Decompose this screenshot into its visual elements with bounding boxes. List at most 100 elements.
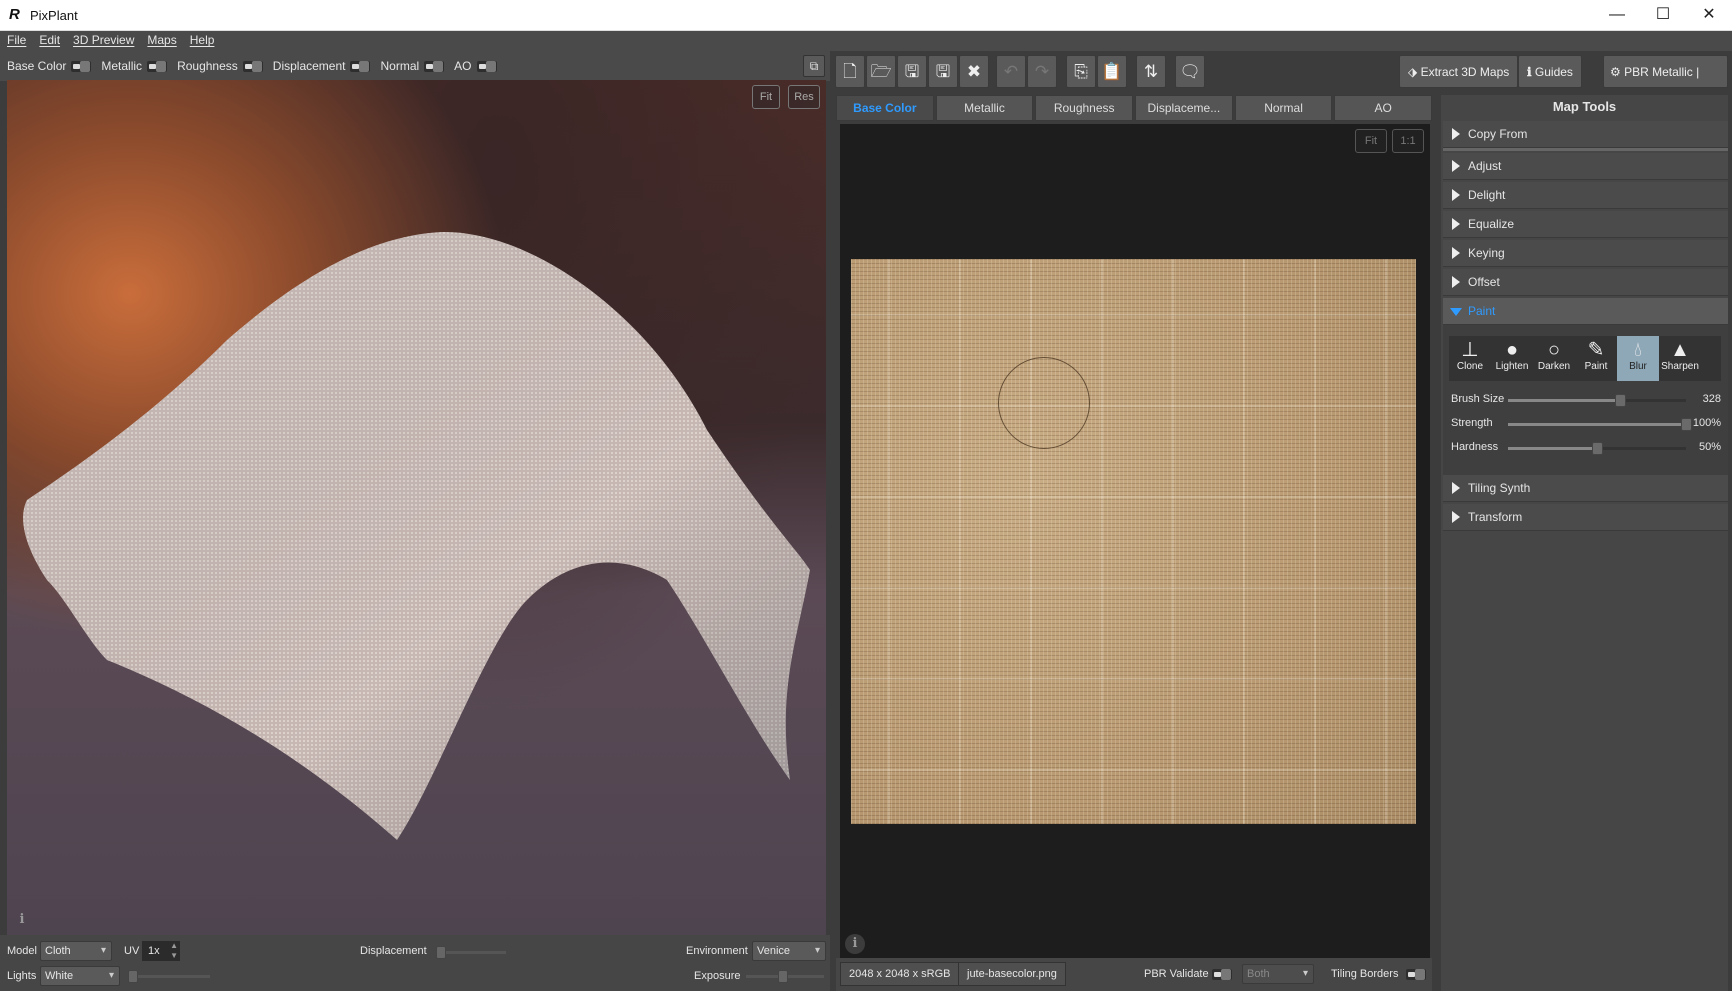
save-as-icon[interactable]: 🖫 (928, 55, 958, 88)
section-adjust[interactable]: Adjust (1443, 153, 1728, 180)
close-button[interactable]: ✕ (1686, 0, 1732, 31)
undo-icon[interactable]: ↶ (996, 55, 1026, 88)
lights-dropdown[interactable]: White (40, 966, 120, 986)
section-keying[interactable]: Keying (1443, 240, 1728, 267)
brush-size-slider[interactable]: Brush Size 328 (1451, 390, 1721, 410)
minimize-button[interactable]: — (1594, 0, 1640, 31)
menu-edit[interactable]: Edit (32, 31, 66, 47)
3d-preview-viewport[interactable]: Fit Res i (7, 80, 826, 935)
title-bar: R PixPlant — ☐ ✕ (0, 0, 1732, 31)
exposure-slider[interactable] (746, 970, 824, 983)
tab-metallic[interactable]: Metallic (935, 95, 1034, 121)
menu-maps[interactable]: Maps (140, 31, 182, 47)
tool-darken[interactable]: ○ Darken (1533, 336, 1575, 381)
menu-file[interactable]: File (0, 31, 32, 47)
slider-handle[interactable] (778, 970, 788, 983)
map-fit-button[interactable]: Fit (1355, 129, 1387, 153)
tool-label: Blur (1629, 361, 1647, 372)
toggle-displacement[interactable] (350, 60, 371, 72)
toggle-label-ao: AO (454, 59, 472, 73)
displacement-slider[interactable] (436, 946, 506, 959)
tool-clone[interactable]: ⊥ Clone (1449, 336, 1491, 381)
tab-base-color[interactable]: Base Color (836, 95, 934, 121)
map-1to1-button[interactable]: 1:1 (1392, 129, 1424, 153)
slider-handle[interactable] (436, 946, 446, 959)
maximize-button[interactable]: ☐ (1640, 0, 1686, 31)
slider-handle[interactable] (128, 970, 138, 983)
viewport-fit-button[interactable]: Fit (752, 85, 780, 109)
paste-icon[interactable]: 📋 (1097, 55, 1127, 88)
menu-3d-preview[interactable]: 3D Preview (66, 31, 140, 47)
environment-dropdown[interactable]: Venice (752, 941, 826, 961)
tool-blur[interactable]: 💧︎ Blur (1617, 336, 1659, 381)
lights-slider[interactable] (128, 970, 210, 983)
section-equalize[interactable]: Equalize (1443, 211, 1728, 238)
section-paint[interactable]: Paint (1443, 298, 1728, 325)
displacement-label: Displacement (360, 945, 427, 957)
slider-track[interactable] (1508, 418, 1692, 431)
triangle-icon: ▲ (1670, 339, 1690, 361)
tab-displacement[interactable]: Displaceme... (1135, 95, 1233, 121)
toggle-metallic[interactable] (147, 60, 168, 72)
stepper-arrows-icon[interactable]: ▲ ▼ (170, 941, 178, 961)
empty-circle-icon: ○ (1547, 339, 1561, 361)
tab-ao[interactable]: AO (1334, 95, 1433, 121)
tool-paint[interactable]: ✎ Paint (1575, 336, 1617, 381)
slider-track[interactable] (1508, 442, 1686, 455)
section-tiling-synth[interactable]: Tiling Synth (1443, 475, 1728, 502)
pbr-validate-mode-dropdown[interactable]: Both (1242, 964, 1314, 984)
slider-handle[interactable] (1615, 394, 1627, 407)
map-tabs: Base Color Metallic Roughness Displaceme… (836, 95, 1433, 121)
tiling-borders-toggle[interactable] (1406, 969, 1426, 980)
base-color-texture[interactable] (851, 259, 1416, 824)
new-file-icon[interactable]: 🗋 (835, 55, 865, 88)
resolution-readout: 2048 x 2048 x sRGB (840, 962, 960, 986)
hardness-slider[interactable]: Hardness 50% (1451, 438, 1721, 458)
save-icon[interactable]: 🖫 (897, 55, 927, 88)
slider-handle[interactable] (1681, 418, 1692, 431)
tool-label: Darken (1537, 361, 1571, 372)
stamp-icon: ⊥ (1461, 339, 1479, 361)
pbr-mode-button[interactable]: ⚙ PBR Metallic | H+V (1603, 55, 1728, 111)
guides-label: Guides (1534, 65, 1573, 79)
close-map-icon[interactable]: ✖ (959, 55, 989, 88)
toggle-roughness[interactable] (242, 60, 263, 72)
model-dropdown[interactable]: Cloth (40, 941, 112, 961)
detach-viewport-icon[interactable]: ⧉ (803, 55, 825, 77)
slider-track[interactable] (1508, 394, 1686, 407)
pbr-validate-toggle[interactable] (1212, 969, 1232, 980)
slider-handle[interactable] (1592, 442, 1603, 455)
tiling-borders-label: Tiling Borders (1331, 968, 1399, 980)
swap-icon[interactable]: ⇅ (1136, 55, 1166, 88)
section-delight[interactable]: Delight (1443, 182, 1728, 209)
tool-label: Sharpen (1661, 361, 1699, 372)
tab-roughness[interactable]: Roughness (1035, 95, 1134, 121)
map-info-icon[interactable]: i (845, 934, 865, 954)
brush-cursor (998, 357, 1090, 449)
toggle-ao[interactable] (476, 60, 497, 72)
redo-icon[interactable]: ↷ (1027, 55, 1057, 88)
toggle-label-displacement: Displacement (272, 59, 346, 73)
slider-value: 328 (1702, 393, 1721, 405)
tool-label: Clone (1456, 361, 1484, 372)
tab-normal[interactable]: Normal (1234, 95, 1333, 121)
toggle-normal[interactable] (424, 60, 445, 72)
section-offset[interactable]: Offset (1443, 269, 1728, 296)
toggle-label-normal: Normal (380, 59, 420, 73)
copy-icon[interactable]: ⎘ (1066, 55, 1096, 88)
menu-help[interactable]: Help (183, 31, 221, 47)
section-transform[interactable]: Transform (1443, 504, 1728, 531)
extract-3d-maps-button[interactable]: ⬗ Extract 3D Maps (1399, 55, 1519, 88)
tool-lighten[interactable]: ● Lighten (1491, 336, 1533, 381)
viewport-res-button[interactable]: Res (788, 85, 820, 109)
viewport-info-icon[interactable]: i (12, 910, 32, 930)
toggle-base-color[interactable] (71, 60, 92, 72)
uv-stepper[interactable]: 1x ▲ ▼ (142, 941, 180, 961)
open-folder-icon[interactable]: 🗁 (866, 55, 896, 88)
strength-slider[interactable]: Strength 100% (1451, 414, 1721, 434)
comment-icon[interactable]: 🗨 (1175, 55, 1205, 88)
tool-sharpen[interactable]: ▲ Sharpen (1659, 336, 1701, 381)
section-copy-from[interactable]: Copy From (1443, 121, 1728, 148)
tool-label: Paint (1584, 361, 1608, 372)
guides-button[interactable]: ℹ Guides (1518, 55, 1582, 88)
